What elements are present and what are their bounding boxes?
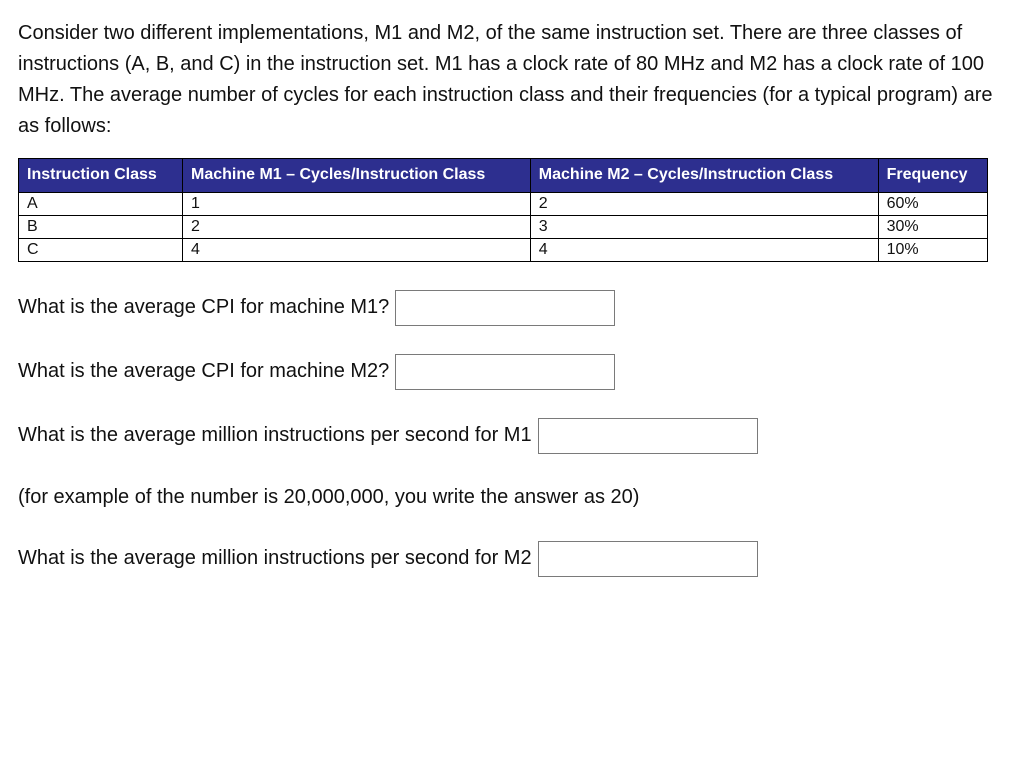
answer-input-q4[interactable] [538,541,758,577]
example-note: (for example of the number is 20,000,000… [18,482,1006,513]
cell-m2: 2 [530,192,878,215]
question-2-text: What is the average CPI for machine M2? [18,356,389,387]
question-1-text: What is the average CPI for machine M1? [18,292,389,323]
cell-frequency: 10% [878,238,987,261]
table-row: C 4 4 10% [19,238,988,261]
table-row: A 1 2 60% [19,192,988,215]
cell-m1: 2 [183,215,531,238]
cell-m1: 1 [183,192,531,215]
answer-input-q2[interactable] [395,354,615,390]
question-4-text: What is the average million instructions… [18,543,532,574]
cell-frequency: 60% [878,192,987,215]
table-header-instruction-class: Instruction Class [19,159,183,193]
question-2: What is the average CPI for machine M2? [18,354,1006,390]
question-4: What is the average million instructions… [18,541,1006,577]
cell-instruction-class: C [19,238,183,261]
cpi-table: Instruction Class Machine M1 – Cycles/In… [18,158,988,262]
question-3: What is the average million instructions… [18,418,1006,454]
table-header-frequency: Frequency [878,159,987,193]
cell-instruction-class: A [19,192,183,215]
intro-text: Consider two different implementations, … [18,18,1006,142]
question-1: What is the average CPI for machine M1? [18,290,1006,326]
cell-m2: 4 [530,238,878,261]
table-header-m2: Machine M2 – Cycles/Instruction Class [530,159,878,193]
answer-input-q1[interactable] [395,290,615,326]
table-row: B 2 3 30% [19,215,988,238]
table-header-m1: Machine M1 – Cycles/Instruction Class [183,159,531,193]
question-3-text: What is the average million instructions… [18,420,532,451]
cell-m1: 4 [183,238,531,261]
cell-frequency: 30% [878,215,987,238]
cell-m2: 3 [530,215,878,238]
answer-input-q3[interactable] [538,418,758,454]
cell-instruction-class: B [19,215,183,238]
